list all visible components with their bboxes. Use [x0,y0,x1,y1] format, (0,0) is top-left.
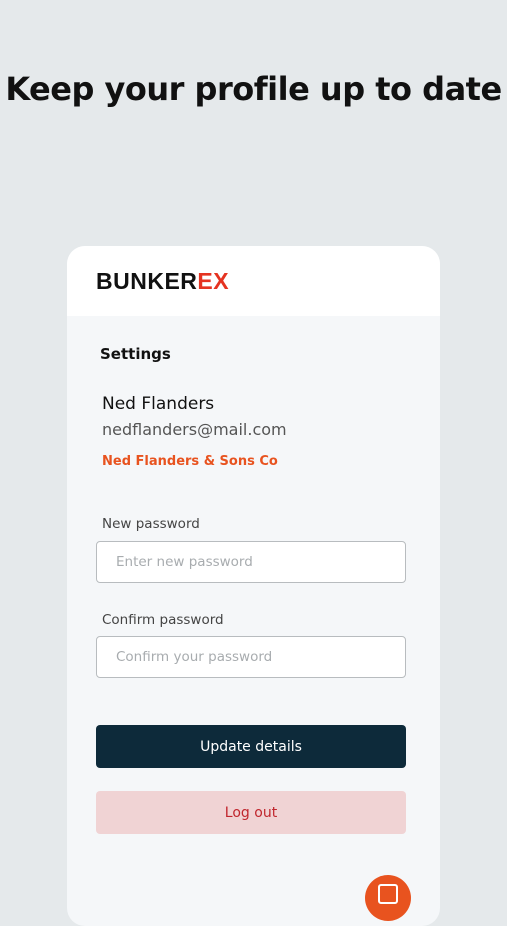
confirm-password-input[interactable] [96,636,406,678]
user-company: Ned Flanders & Sons Co [102,454,278,469]
update-details-button[interactable]: Update details [96,725,406,768]
bunkerex-logo: BUNKEREX [96,268,229,295]
logout-button[interactable]: Log out [96,791,406,834]
chat-icon [378,884,398,904]
logo-main: BUNKER [96,268,198,294]
page-title: Settings [100,345,171,363]
user-name: Ned Flanders [102,394,215,414]
new-password-label: New password [102,516,200,532]
new-password-input[interactable] [96,541,406,583]
promo-headline: Keep your profile up to date [5,70,502,108]
logo-accent: EX [197,268,230,294]
app-header: BUNKEREX [67,246,440,316]
app-screen: BUNKEREX Settings Ned Flanders nedflande… [67,246,440,926]
chat-button[interactable] [365,875,411,921]
confirm-password-label: Confirm password [102,612,224,628]
user-email: nedflanders@mail.com [102,420,287,439]
